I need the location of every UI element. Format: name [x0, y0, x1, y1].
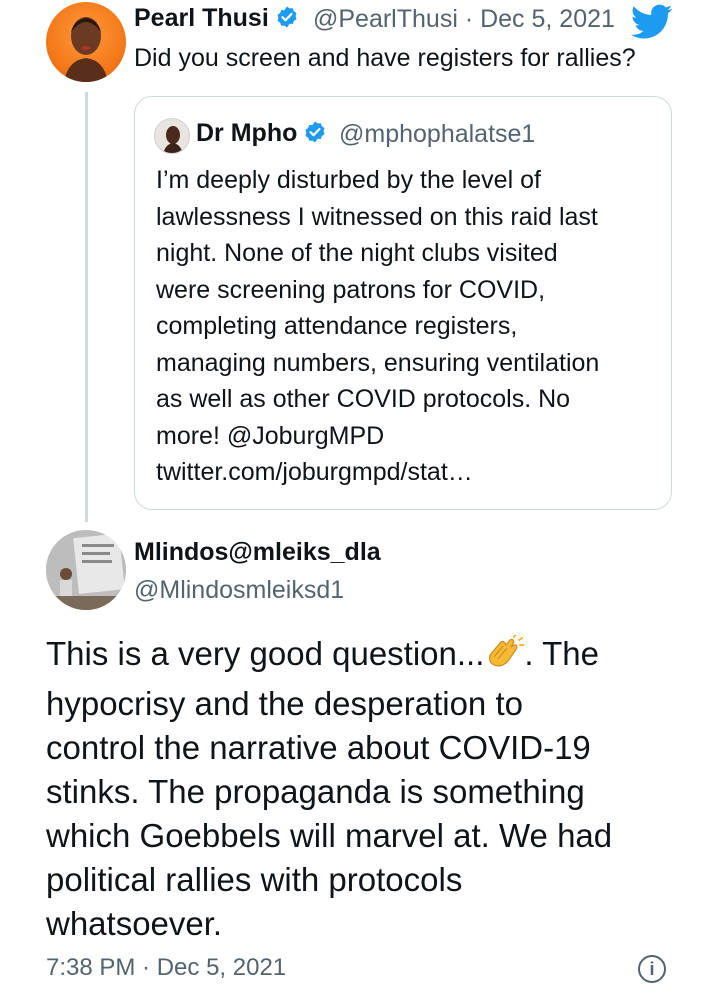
quoted-text-line: were screening patrons for COVID,: [156, 275, 546, 304]
tweet-text: Did you screen and have registers for ra…: [134, 44, 636, 72]
quoted-author-handle[interactable]: @mphophalatse1: [339, 120, 535, 149]
reply-text-line: political rallies with protocols: [46, 861, 463, 898]
quoted-text-line: managing numbers, ensuring ventilation: [156, 348, 600, 377]
quoted-text-line: more! @JoburgMPD: [156, 421, 385, 450]
reply-text-line: hypocrisy and the desperation to: [46, 685, 523, 722]
twitter-bird-icon: [631, 4, 673, 45]
author-name-row[interactable]: Pearl Thusi: [134, 4, 299, 36]
tweet-date[interactable]: Dec 5, 2021: [480, 5, 615, 33]
reply-text-line: whatsoever.: [46, 905, 223, 942]
verified-badge-icon: [275, 5, 299, 36]
reply-text-segment: This is a very good question...: [46, 635, 485, 672]
dot-separator: ·: [135, 954, 157, 981]
info-icon[interactable]: i: [638, 955, 666, 983]
reply-date[interactable]: Dec 5, 2021: [157, 954, 286, 981]
reply-time[interactable]: 7:38 PM: [46, 954, 135, 981]
reply-timestamp[interactable]: 7:38 PM · Dec 5, 2021: [46, 954, 286, 982]
quoted-text-line: lawlessness I witnessed on this raid las…: [156, 202, 598, 231]
reply-author-avatar[interactable]: [46, 530, 126, 610]
reply-text-line: This is a very good question... . The: [46, 632, 686, 682]
author-handle-date: @PearlThusi · Dec 5, 2021: [313, 5, 615, 34]
quoted-tweet-link[interactable]: twitter.com/joburgmpd/stat…: [156, 454, 656, 491]
quoted-text-line: as well as other COVID protocols. No: [156, 385, 571, 413]
quoted-author-name-row[interactable]: Dr Mpho: [196, 119, 327, 151]
quoted-text-line: I’m deeply disturbed by the level of: [156, 166, 541, 194]
reply-author-name[interactable]: Mlindos@mleiks_dla: [134, 538, 381, 567]
clapping-hands-emoji: [484, 633, 526, 682]
author-name[interactable]: Pearl Thusi: [134, 4, 269, 32]
author-avatar[interactable]: [46, 2, 126, 82]
reply-tweet-text: This is a very good question... . The hy…: [46, 632, 686, 946]
reply-text-line: which Goebbels will marvel at. We had: [46, 817, 613, 854]
quoted-author-avatar[interactable]: [154, 118, 190, 154]
verified-badge-icon: [303, 120, 327, 151]
quoted-tweet-text: I’m deeply disturbed by the level of law…: [156, 162, 656, 491]
quoted-text-line: night. None of the night clubs visited: [156, 239, 558, 267]
reply-text-segment: . The: [524, 635, 600, 672]
reply-text-line: stinks. The propaganda is something: [46, 773, 585, 810]
dot-separator: ·: [457, 5, 481, 33]
author-handle[interactable]: @PearlThusi: [313, 5, 458, 33]
reply-text-line: control the narrative about COVID-19: [46, 729, 591, 766]
quoted-text-line: completing attendance registers,: [156, 312, 518, 340]
quoted-author-name[interactable]: Dr Mpho: [196, 119, 297, 147]
reply-author-handle[interactable]: @Mlindosmleiksd1: [134, 576, 344, 605]
thread-connector-line: [85, 92, 88, 522]
